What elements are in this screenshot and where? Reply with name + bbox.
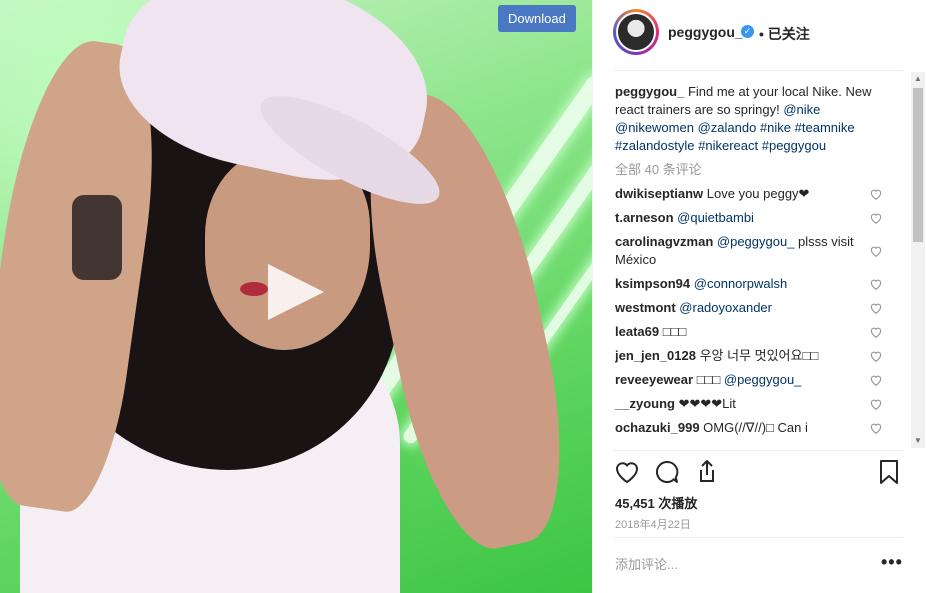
bookmark-icon[interactable]: [875, 458, 903, 486]
comment-mention[interactable]: @peggygou_: [717, 234, 795, 249]
comment-like-icon[interactable]: [869, 373, 883, 387]
caption-tag[interactable]: @nike: [783, 102, 820, 117]
comment-text: □□□: [696, 372, 724, 387]
comments-scrollbar[interactable]: ▲ ▼: [911, 72, 925, 448]
comment-username[interactable]: ksimpson94: [615, 276, 690, 291]
comment-like-icon[interactable]: [869, 421, 883, 435]
comment-username[interactable]: reveeyewear: [615, 372, 693, 387]
comment-row: __zyoung ❤❤❤❤Lit: [615, 395, 885, 413]
comment-like-icon[interactable]: [869, 397, 883, 411]
post-actions: [613, 456, 909, 490]
comment-text: 우앙 너무 멋있어요□□: [699, 348, 819, 363]
scrollbar-thumb[interactable]: [913, 88, 923, 242]
header-username[interactable]: peggygou_: [668, 24, 743, 40]
caption-tag[interactable]: #zalandostyle: [615, 138, 695, 153]
comment-username[interactable]: jen_jen_0128: [615, 348, 696, 363]
comment-username[interactable]: carolinagvzman: [615, 234, 713, 249]
comment-text: ❤❤❤❤Lit: [678, 396, 736, 411]
view-count[interactable]: 45,451 次播放: [615, 493, 697, 512]
comment-mention[interactable]: @peggygou_: [724, 372, 802, 387]
comment-row: ksimpson94 @connorpwalsh: [615, 275, 885, 293]
heart-icon[interactable]: [613, 458, 641, 486]
add-comment-input[interactable]: [615, 553, 855, 575]
comment-text: Love you peggy❤: [706, 186, 810, 201]
comment-like-icon[interactable]: [869, 301, 883, 315]
caption-username[interactable]: peggygou_: [615, 84, 684, 99]
avatar[interactable]: [616, 12, 656, 52]
comment-like-icon[interactable]: [869, 277, 883, 291]
arm-tattoo: [72, 195, 122, 280]
comment-like-icon[interactable]: [869, 325, 883, 339]
share-icon[interactable]: [693, 458, 721, 486]
comment-like-icon[interactable]: [869, 349, 883, 363]
more-options-icon[interactable]: •••: [881, 553, 903, 571]
comment-row: jen_jen_0128 우앙 너무 멋있어요□□: [615, 347, 885, 365]
follow-status[interactable]: • 已关注: [759, 24, 810, 44]
post-video[interactable]: Download: [0, 0, 592, 593]
caption-tag[interactable]: #teamnike: [795, 120, 855, 135]
post-caption: peggygou_ Find me at your local Nike. Ne…: [615, 83, 885, 155]
play-icon[interactable]: [262, 258, 330, 326]
scroll-down-arrow-icon[interactable]: ▼: [911, 434, 925, 448]
comment-row: t.arneson @quietbambi: [615, 209, 885, 227]
divider: [613, 450, 903, 451]
caption-tag[interactable]: #nike: [760, 120, 791, 135]
comment-username[interactable]: ochazuki_999: [615, 420, 700, 435]
divider: [613, 70, 903, 71]
story-ring[interactable]: [613, 9, 659, 55]
comment-username[interactable]: t.arneson: [615, 210, 674, 225]
comment-mention[interactable]: @quietbambi: [677, 210, 754, 225]
caption-tag[interactable]: @zalando: [698, 120, 757, 135]
post-date: 2018年4月22日: [615, 519, 691, 531]
comment-mention[interactable]: @connorpwalsh: [694, 276, 787, 291]
divider: [613, 537, 903, 538]
comment-username[interactable]: westmont: [615, 300, 676, 315]
comment-text: □□□: [662, 324, 687, 339]
comment-username[interactable]: dwikiseptianw: [615, 186, 703, 201]
comments-list: peggygou_ Find me at your local Nike. Ne…: [615, 83, 885, 449]
caption-tag[interactable]: #peggygou: [762, 138, 826, 153]
comment-username[interactable]: __zyoung: [615, 396, 675, 411]
comment-row: reveeyewear □□□ @peggygou_: [615, 371, 885, 389]
comment-username[interactable]: leata69: [615, 324, 659, 339]
post-side-panel: peggygou_ ✓ • 已关注 peggygou_ Find me at y…: [592, 0, 926, 593]
comment-like-icon[interactable]: [869, 211, 883, 225]
comment-row: leata69 □□□: [615, 323, 885, 341]
download-button[interactable]: Download: [498, 5, 576, 32]
comment-like-icon[interactable]: [869, 244, 883, 258]
comment-row: westmont @radoyoxander: [615, 299, 885, 317]
caption-tag[interactable]: @nikewomen: [615, 120, 694, 135]
scroll-up-arrow-icon[interactable]: ▲: [911, 72, 925, 86]
comment-mention[interactable]: @radoyoxander: [679, 300, 772, 315]
view-all-comments-link[interactable]: 全部 40 条评论: [615, 161, 885, 179]
comment-like-icon[interactable]: [869, 187, 883, 201]
comment-row: carolinagvzman @peggygou_ plsss visit Mé…: [615, 233, 885, 269]
comment-row: ochazuki_999 OMG(//∇//)□ Can i: [615, 419, 885, 437]
comment-icon[interactable]: [653, 458, 681, 486]
caption-tag[interactable]: #nikereact: [698, 138, 758, 153]
post-header: peggygou_ ✓ • 已关注: [593, 0, 926, 70]
verified-badge-icon: ✓: [741, 25, 754, 38]
comment-row: dwikiseptianw Love you peggy❤: [615, 185, 885, 203]
comment-text: OMG(//∇//)□ Can i: [703, 420, 808, 435]
